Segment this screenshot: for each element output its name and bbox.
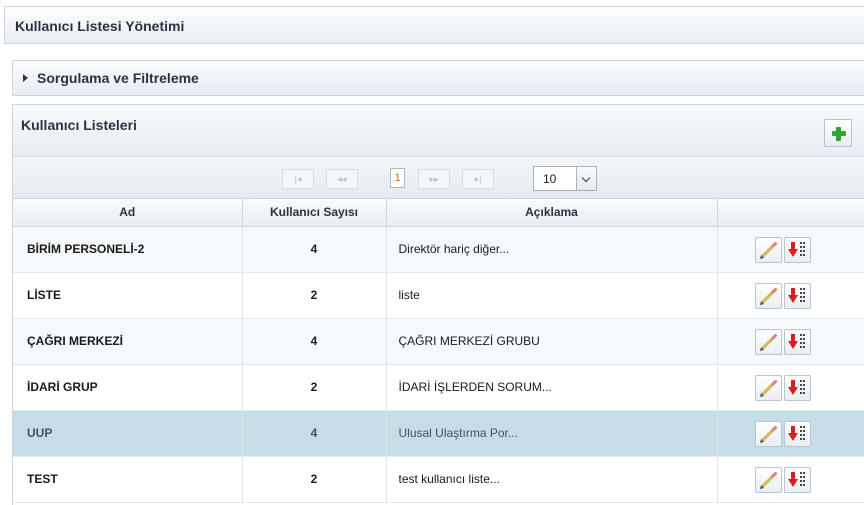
edit-button[interactable] xyxy=(754,282,782,309)
column-header-actions xyxy=(717,199,864,227)
edit-button[interactable] xyxy=(754,328,782,355)
description-cell: Ulusal Ulaştırma Por... xyxy=(386,410,718,457)
column-header-count[interactable]: Kullanıcı Sayısı xyxy=(242,199,387,227)
delete-user-icon xyxy=(787,287,805,303)
remove-button[interactable] xyxy=(783,420,811,447)
list-name-cell: ÇAĞRI MERKEZİ xyxy=(13,318,243,365)
list-name-cell: BİRİM PERSONELİ-2 xyxy=(13,226,243,273)
table-row[interactable]: LİSTE 2 liste xyxy=(13,272,864,319)
user-count-cell: 2 xyxy=(242,272,387,319)
remove-button[interactable] xyxy=(783,236,811,263)
user-count-cell: 2 xyxy=(242,456,387,503)
description-cell: test kullanıcı liste... xyxy=(386,456,718,503)
table-row[interactable]: BİRİM PERSONELİ-2 4 Direktör hariç diğer… xyxy=(13,226,864,273)
description-cell: liste xyxy=(386,272,718,319)
prev-page-button[interactable]: ◂◂ xyxy=(326,169,358,189)
actions-cell xyxy=(717,364,864,411)
description-cell: İDARİ İŞLERDEN SORUM... xyxy=(386,364,718,411)
pencil-icon xyxy=(759,471,777,489)
edit-button[interactable] xyxy=(754,466,782,493)
paginator: |◂ ◂◂ 1 ▸▸ ▸| 10 xyxy=(13,157,864,199)
actions-cell xyxy=(717,456,864,503)
delete-user-icon xyxy=(787,425,805,441)
list-name-cell: İDARİ GRUP xyxy=(13,364,243,411)
pencil-icon xyxy=(759,425,777,443)
edit-button[interactable] xyxy=(754,420,782,447)
list-name-cell: UUP xyxy=(13,410,243,457)
user-count-cell: 2 xyxy=(242,364,387,411)
current-page[interactable]: 1 xyxy=(390,168,405,188)
table-row[interactable]: TEST 2 test kullanıcı liste... xyxy=(13,456,864,503)
filter-panel-title: Sorgulama ve Filtreleme xyxy=(37,70,199,86)
page-size-select[interactable]: 10 xyxy=(533,166,597,191)
actions-cell xyxy=(717,318,864,365)
app-window: Kullanıcı Listesi Yönetimi Sorgulama ve … xyxy=(0,0,864,505)
remove-button[interactable] xyxy=(783,282,811,309)
pencil-icon xyxy=(759,379,777,397)
edit-button[interactable] xyxy=(754,236,782,263)
actions-cell xyxy=(717,272,864,319)
delete-user-icon xyxy=(787,333,805,349)
description-cell: ÇAĞRI MERKEZİ GRUBU xyxy=(386,318,718,365)
description-cell: Direktör hariç diğer... xyxy=(386,226,718,273)
next-page-button[interactable]: ▸▸ xyxy=(418,169,450,189)
user-lists-panel: Kullanıcı Listeleri |◂ ◂◂ 1 ▸▸ ▸| 10 Ad … xyxy=(12,104,864,505)
pencil-icon xyxy=(759,333,777,351)
actions-cell xyxy=(717,226,864,273)
delete-user-icon xyxy=(787,379,805,395)
list-name-cell: LİSTE xyxy=(13,272,243,319)
user-count-cell: 4 xyxy=(242,318,387,365)
list-name-cell: TEST xyxy=(13,456,243,503)
add-list-button[interactable] xyxy=(824,119,852,147)
filter-panel-toggle[interactable]: Sorgulama ve Filtreleme xyxy=(12,60,864,96)
actions-cell xyxy=(717,410,864,457)
user-lists-table: Ad Kullanıcı Sayısı Açıklama BİRİM PERSO… xyxy=(13,199,864,503)
user-count-cell: 4 xyxy=(242,226,387,273)
delete-user-icon xyxy=(787,241,805,257)
user-count-cell: 4 xyxy=(242,410,387,457)
remove-button[interactable] xyxy=(783,466,811,493)
user-lists-title: Kullanıcı Listeleri xyxy=(21,117,137,133)
page-title: Kullanıcı Listesi Yönetimi xyxy=(4,6,864,44)
user-lists-header: Kullanıcı Listeleri xyxy=(13,105,864,157)
first-page-button[interactable]: |◂ xyxy=(282,169,314,189)
table-row[interactable]: UUP 4 Ulusal Ulaştırma Por... xyxy=(13,410,864,457)
column-header-name[interactable]: Ad xyxy=(13,199,243,227)
remove-button[interactable] xyxy=(783,374,811,401)
last-page-button[interactable]: ▸| xyxy=(462,169,494,189)
table-row[interactable]: İDARİ GRUP 2 İDARİ İŞLERDEN SORUM... xyxy=(13,364,864,411)
expand-arrow-icon xyxy=(23,74,28,82)
remove-button[interactable] xyxy=(783,328,811,355)
column-header-description[interactable]: Açıklama xyxy=(386,199,718,227)
edit-button[interactable] xyxy=(754,374,782,401)
page-size-value: 10 xyxy=(543,172,557,186)
chevron-down-icon[interactable] xyxy=(576,167,596,190)
table-row[interactable]: ÇAĞRI MERKEZİ 4 ÇAĞRI MERKEZİ GRUBU xyxy=(13,318,864,365)
pencil-icon xyxy=(759,287,777,305)
delete-user-icon xyxy=(787,471,805,487)
pencil-icon xyxy=(759,241,777,259)
table-header-row: Ad Kullanıcı Sayısı Açıklama xyxy=(13,199,864,227)
